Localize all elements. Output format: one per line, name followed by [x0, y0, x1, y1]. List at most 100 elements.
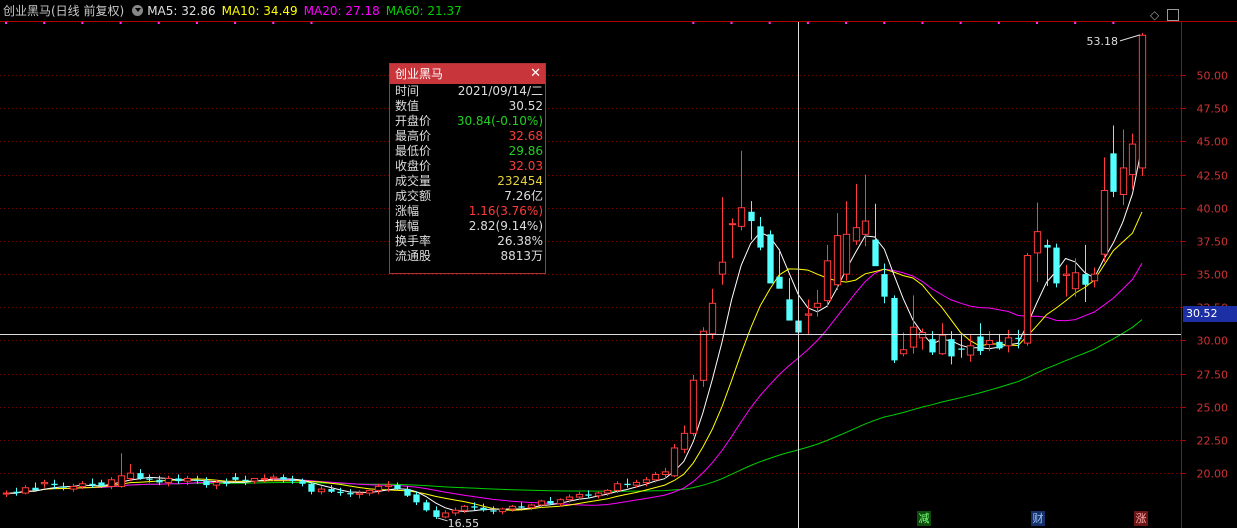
y-tick-label: 45.00	[1197, 136, 1229, 149]
candle-body	[613, 483, 622, 491]
marker-rise[interactable]: 涨	[1134, 511, 1148, 526]
tooltip-row: 时间 2021/09/14/二	[390, 84, 545, 99]
candle-body	[1053, 247, 1060, 284]
candle-body	[718, 261, 727, 275]
event-dot	[195, 22, 198, 24]
candle-body	[60, 486, 67, 488]
candle-body	[527, 504, 536, 509]
candle-body	[433, 510, 440, 517]
tooltip-key: 流通股	[395, 249, 432, 263]
candle-body	[575, 493, 584, 498]
candle-body	[891, 298, 898, 361]
tooltip-value: 7.26亿	[504, 189, 543, 203]
candle-body	[374, 485, 383, 491]
y-tick-label: 35.00	[1197, 269, 1229, 282]
candle-body	[299, 481, 306, 484]
candle-body	[680, 432, 689, 450]
tooltip-value: 8813万	[500, 249, 543, 263]
tooltip-key: 最低价	[395, 144, 432, 158]
y-tick-label: 37.50	[1197, 236, 1229, 249]
tooltip-row: 成交额 7.26亿	[390, 189, 545, 204]
candle-body	[13, 491, 20, 494]
event-dot	[81, 22, 84, 24]
candle-body	[1015, 337, 1022, 340]
candle-body	[498, 508, 507, 513]
y-tick-label: 42.50	[1197, 170, 1229, 183]
candle-body	[518, 506, 525, 508]
candle-body	[737, 207, 746, 227]
candle-body	[594, 492, 603, 497]
tooltip-title-bar: 创业黑马 ✕	[390, 64, 545, 84]
marker-reduce[interactable]: 减	[917, 511, 931, 526]
event-dot	[730, 22, 733, 24]
candle-body	[137, 473, 144, 479]
candle-body	[308, 483, 315, 492]
candle-body	[728, 223, 737, 226]
candle-body	[404, 489, 411, 496]
candle-body	[651, 473, 660, 481]
y-tick-label: 27.50	[1197, 369, 1229, 382]
tooltip-key: 成交量	[395, 174, 432, 188]
candle-body	[32, 487, 39, 491]
candle-body	[699, 330, 708, 381]
candle-body	[603, 489, 612, 494]
tooltip-value: 32.68	[508, 129, 543, 143]
tooltip-row: 振幅 2.82(9.14%)	[390, 219, 545, 234]
candle-body	[861, 220, 870, 235]
candle-body	[471, 506, 478, 508]
candle-body	[872, 239, 879, 267]
candle-body	[1033, 231, 1042, 254]
candle-body	[1100, 190, 1109, 255]
tooltip-row: 涨幅 1.16(3.76%)	[390, 204, 545, 219]
quote-tooltip: 创业黑马 ✕ 时间 2021/09/14/二 数值 30.52 开盘价 30.84(-0.…	[389, 63, 546, 274]
tooltip-row: 最高价 32.68	[390, 129, 545, 144]
event-dot	[692, 22, 695, 24]
marker-finance[interactable]: 财	[1031, 511, 1045, 526]
tooltip-key: 振幅	[395, 219, 420, 233]
candle-body	[78, 483, 87, 487]
candle-body	[585, 494, 592, 496]
candle-body	[89, 483, 96, 486]
candle-body	[852, 227, 861, 242]
candle-body	[1090, 273, 1099, 282]
tooltip-key: 时间	[395, 84, 420, 98]
candle-body	[977, 336, 984, 352]
y-tick-label: 30.00	[1197, 335, 1229, 348]
y-tick-label: 25.00	[1197, 402, 1229, 415]
candle-body	[242, 479, 249, 482]
tooltip-row: 成交量 232454	[390, 174, 545, 189]
candle-body	[269, 476, 278, 479]
candle-body	[260, 477, 269, 480]
candle-body	[384, 484, 393, 487]
tooltip-row: 换手率 26.38%	[390, 234, 545, 249]
candle-body	[708, 302, 717, 335]
event-dot	[234, 22, 237, 24]
candle-body	[670, 447, 679, 477]
event-dot	[310, 22, 313, 24]
candle-body	[280, 477, 287, 480]
candle-body	[537, 500, 546, 506]
kline-chart[interactable]: 20.0022.5025.0027.5030.0032.5035.0037.50…	[0, 0, 1237, 528]
event-dot	[883, 22, 886, 24]
candle-body	[40, 481, 49, 485]
tooltip-value: 2021/09/14/二	[457, 84, 543, 98]
candle-body	[813, 302, 822, 308]
candle-body	[51, 483, 58, 486]
candle-body	[565, 496, 574, 501]
candle-body	[328, 489, 335, 492]
ma20-line	[6, 263, 1143, 506]
candle-body	[183, 477, 192, 482]
candle-body	[881, 274, 888, 297]
y-tick-label: 47.50	[1197, 103, 1229, 116]
candle-body	[624, 483, 631, 486]
candle-body	[899, 349, 908, 355]
tooltip-value: 32.03	[508, 159, 543, 173]
candle-body	[232, 477, 239, 480]
event-dot	[1112, 22, 1115, 24]
tooltip-row: 数值 30.52	[390, 99, 545, 114]
event-dot	[921, 22, 924, 24]
candle-body	[413, 494, 420, 503]
tooltip-row: 流通股 8813万	[390, 249, 545, 264]
candle-body	[490, 510, 497, 512]
close-icon[interactable]: ✕	[530, 64, 541, 84]
